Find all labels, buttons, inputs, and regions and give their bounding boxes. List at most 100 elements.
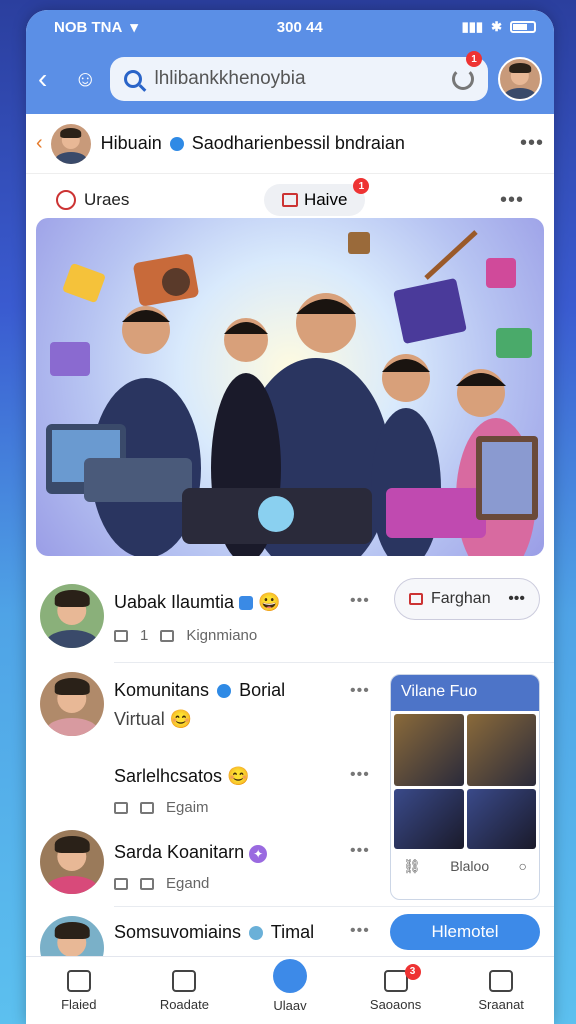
person-name: Uabak Ilaumtia 😀 xyxy=(114,592,281,613)
person-line2: Virtual xyxy=(114,709,165,729)
person-meta: Egand xyxy=(114,875,267,892)
card-footer-label: Blaloo xyxy=(450,858,490,874)
person-name: Sarda Koanitarn ✦ xyxy=(114,842,268,863)
primary-button[interactable]: Hlemotel xyxy=(390,914,540,950)
nav-label: Saoaons xyxy=(369,996,422,1012)
signal-icon: ▮▮▮ xyxy=(461,19,484,34)
meta-text: Egand xyxy=(166,875,210,892)
thumbnail[interactable] xyxy=(394,789,464,849)
person-icon xyxy=(489,969,514,992)
like-icon[interactable] xyxy=(114,629,128,642)
list-item[interactable]: Sarlelhcsatos 😊 Egaim xyxy=(114,766,250,816)
list-item[interactable]: Sarda Koanitarn ✦ Egand xyxy=(114,842,268,892)
emoji-icon: 😊 xyxy=(169,709,193,729)
message-icon xyxy=(383,969,408,992)
nav-profile[interactable]: Sraanat xyxy=(456,969,546,1012)
divider xyxy=(114,906,554,907)
comment-icon[interactable] xyxy=(160,629,175,642)
bluetooth-icon: ✱ xyxy=(491,19,502,34)
profile-avatar[interactable] xyxy=(498,57,542,101)
item-menu-icon[interactable]: ••• xyxy=(350,842,370,860)
person-meta: 1 Kignmiano xyxy=(114,627,281,644)
person-avatar[interactable] xyxy=(40,672,104,736)
person-meta: Egaim xyxy=(114,799,250,816)
verified-icon xyxy=(169,137,184,152)
follow-label: Farghan xyxy=(431,590,491,607)
more-options-icon[interactable]: ••• xyxy=(500,189,524,212)
video-card[interactable]: Vilane Fuo ⛓ Blaloo ○ xyxy=(390,674,540,900)
thumbnail[interactable] xyxy=(394,714,464,786)
verified-icon xyxy=(217,684,232,699)
views-button[interactable]: Uraes xyxy=(56,190,129,210)
search-input[interactable] xyxy=(154,68,452,90)
caret-left-icon[interactable]: ‹ xyxy=(36,132,43,155)
search-icon xyxy=(124,70,143,88)
status-time: 300 44 xyxy=(276,18,323,36)
item-menu-icon[interactable]: ••• xyxy=(350,766,370,784)
nav-center[interactable]: Ulaav xyxy=(245,958,335,1013)
live-badge: 1 xyxy=(353,178,370,194)
top-bar: ‹ ☺ 1 xyxy=(26,44,554,114)
more-icon: ••• xyxy=(508,590,525,607)
follow-button[interactable]: Farghan ••• xyxy=(394,578,540,620)
card-thumbnails xyxy=(391,711,539,852)
nav-label: Ulaav xyxy=(273,997,307,1013)
person-name: Somsuvomiains Timal xyxy=(114,922,314,943)
person-name-text: Sarlelhcsatos xyxy=(114,766,223,786)
search-bar[interactable]: 1 xyxy=(110,51,488,101)
post-menu-icon[interactable]: ••• xyxy=(520,132,544,155)
verified-icon xyxy=(249,926,264,941)
like-icon[interactable] xyxy=(114,801,128,814)
back-icon[interactable]: ‹ xyxy=(38,63,74,95)
like-icon[interactable] xyxy=(114,877,128,890)
person-name-text: Somsuvomiains xyxy=(114,922,242,942)
circle-icon[interactable]: ○ xyxy=(519,858,527,875)
item-menu-icon[interactable]: ••• xyxy=(350,682,370,700)
list-item[interactable]: Komunitans Borial Virtual 😊 xyxy=(114,680,285,730)
hero-image[interactable] xyxy=(36,218,544,556)
status-bar: NOB TNA ▾ 300 44 ▮▮▮ ✱ xyxy=(26,10,554,44)
meta-text: Egaim xyxy=(166,799,209,816)
post-title[interactable]: Hibuain Saodharienbessil bndraian xyxy=(101,133,520,154)
nav-update[interactable]: Roadate xyxy=(139,969,229,1012)
author-avatar[interactable] xyxy=(50,123,91,164)
home-icon xyxy=(66,969,91,992)
smile-icon[interactable]: ☺ xyxy=(74,66,96,92)
list-item[interactable]: Somsuvomiains Timal xyxy=(114,922,314,943)
person-name-suffix: Timal xyxy=(270,922,315,942)
live-button[interactable]: Haive 1 xyxy=(263,178,370,216)
refresh-icon[interactable] xyxy=(452,68,474,90)
person-avatar[interactable] xyxy=(40,830,104,894)
thumbnail[interactable] xyxy=(466,789,536,849)
nav-label: Roadate xyxy=(159,996,209,1012)
emoji-icon: 😀 xyxy=(258,592,281,612)
hero-illustration xyxy=(46,230,538,556)
person-name-text: Sarda Koanitarn xyxy=(114,842,245,862)
status-carrier: NOB TNA xyxy=(54,18,123,36)
doc-icon xyxy=(172,969,197,992)
list-item[interactable]: Uabak Ilaumtia 😀 1 Kignmiano xyxy=(114,592,281,644)
like-count: 1 xyxy=(140,627,149,644)
nav-home[interactable]: Flaied xyxy=(34,969,124,1012)
post-subtitle: Saodharienbessil bndraian xyxy=(191,133,405,153)
verified-icon xyxy=(239,596,254,611)
location-pin-icon xyxy=(56,190,76,210)
person-name: Sarlelhcsatos 😊 xyxy=(114,766,250,787)
item-menu-icon[interactable]: ••• xyxy=(350,592,370,610)
thumbnail[interactable] xyxy=(466,714,536,786)
person-name-suffix: Borial xyxy=(239,680,286,700)
link-icon[interactable]: ⛓ xyxy=(403,858,421,875)
card-title: Vilane Fuo xyxy=(391,675,539,711)
comment-icon[interactable] xyxy=(140,801,154,814)
nav-label: Sraanat xyxy=(478,996,524,1012)
divider xyxy=(114,662,554,663)
nav-sessions[interactable]: 3 Saoaons xyxy=(351,963,441,1012)
sparkle-icon: ✦ xyxy=(249,845,268,863)
person-avatar[interactable] xyxy=(40,584,104,648)
wifi-icon: ▾ xyxy=(130,19,138,36)
item-menu-icon[interactable]: ••• xyxy=(350,922,370,940)
emoji-icon: 😊 xyxy=(227,766,250,786)
post-header: ‹ Hibuain Saodharienbessil bndraian ••• xyxy=(26,114,554,174)
bottom-nav: Flaied Roadate Ulaav 3 Saoaons Sraanat xyxy=(26,956,554,1024)
comment-icon[interactable] xyxy=(140,877,154,890)
